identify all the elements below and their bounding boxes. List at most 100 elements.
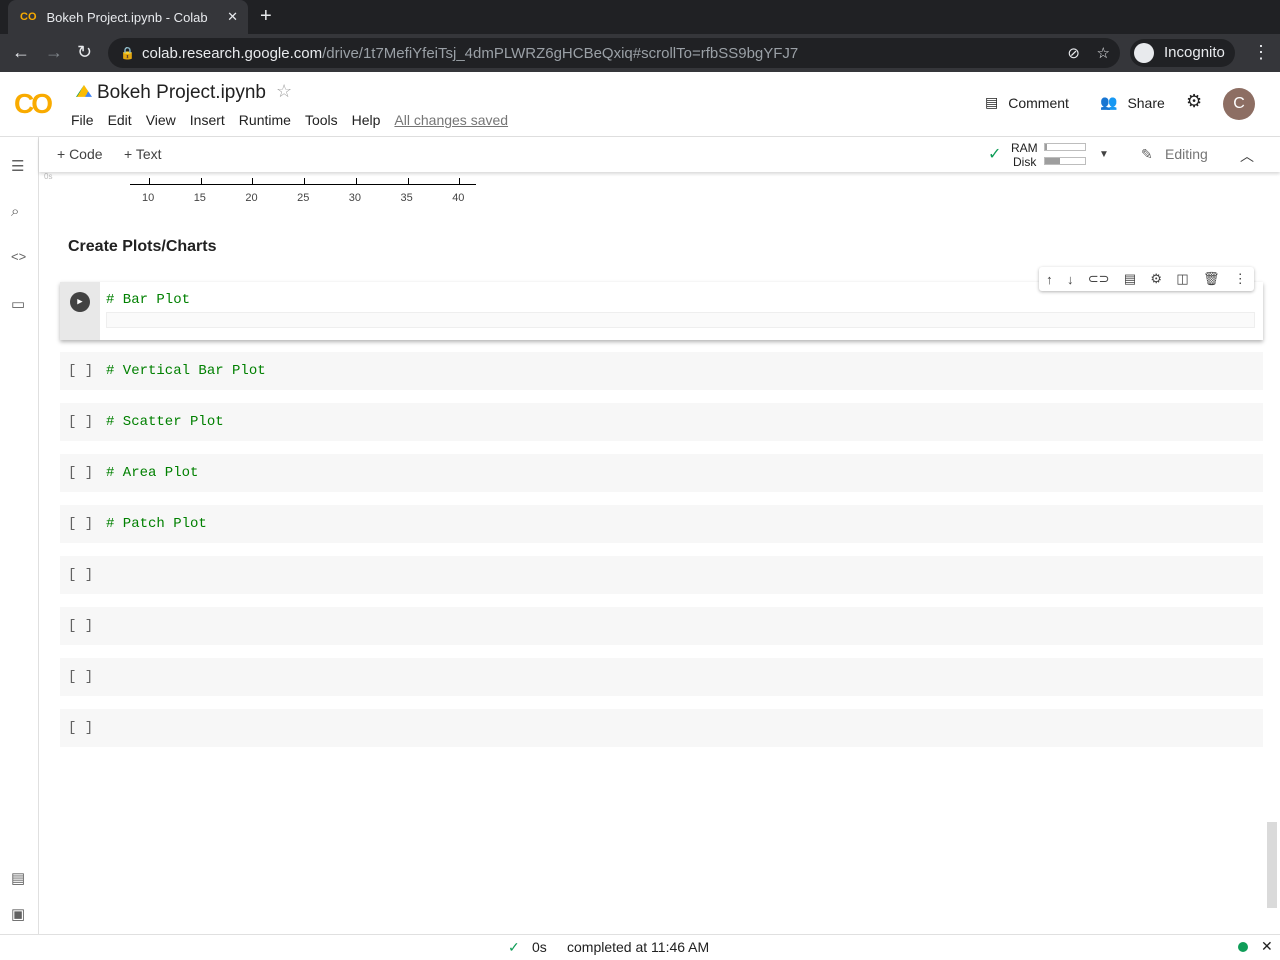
save-status-link[interactable]: All changes saved [394,112,508,128]
link-icon[interactable]: ⊂⊃ [1088,271,1110,287]
share-label: Share [1127,94,1165,111]
connected-check-icon: ✓ [988,146,1002,163]
close-status-icon[interactable]: ✕ [1261,938,1273,955]
url-host: colab.research.google.com [142,44,323,62]
cell-run-bracket[interactable]: [ ] [60,516,106,532]
cell-run-bracket[interactable]: [ ] [60,363,106,379]
star-icon[interactable]: ☆ [276,81,292,102]
cell-run-bracket[interactable]: [ ] [60,618,106,634]
section-heading: Create Plots/Charts [68,238,217,255]
cell-editor[interactable] [106,312,1255,328]
cell-run-bracket[interactable]: [ ] [60,567,106,583]
cell-code[interactable]: # Patch Plot [106,516,207,532]
forward-icon[interactable]: → [45,42,63,63]
status-check-icon: ✓ [508,939,520,955]
output-gutter-time: 0s [44,172,53,181]
add-code-button[interactable]: + Code [57,146,103,162]
x-tick-label: 35 [400,192,413,204]
delete-icon[interactable]: 🗑 [1203,271,1220,287]
terminal-icon[interactable]: ▣ [11,905,25,923]
code-cell[interactable]: [ ] # Area Plot [60,454,1263,492]
tab-title: Bokeh Project.ipynb - Colab [46,9,208,25]
left-sidebar: ☰ ⌕ <> ▭ ▤ ▣ [0,137,39,934]
url-path: /drive/1t7MefiYfeiTsj_4dmPLWRZ6gHCBeQxiq… [322,44,799,62]
comment-icon[interactable]: ▤ [1124,271,1136,287]
menu-runtime[interactable]: Runtime [239,112,291,128]
menu-file[interactable]: File [71,112,94,128]
code-cell[interactable]: [ ] # Scatter Plot [60,403,1263,441]
cell-run-bracket[interactable]: [ ] [60,465,106,481]
cell-code[interactable]: # Scatter Plot [106,414,224,430]
notebook-title[interactable]: Bokeh Project.ipynb [97,82,266,104]
lock-icon: 🔒 [120,46,135,60]
menu-tools[interactable]: Tools [305,112,338,128]
colab-favicon-icon: CO [20,11,37,23]
people-icon: 👥 [1100,94,1118,110]
code-cell[interactable]: [ ] [60,556,1263,594]
menu-bar: File Edit View Insert Runtime Tools Help… [71,112,508,128]
settings-gear-icon[interactable]: ⚙ [1186,91,1202,112]
ram-meter[interactable] [1044,143,1086,151]
cell-run-bracket[interactable]: [ ] [60,669,106,685]
pencil-icon: ✎ [1141,146,1153,162]
x-tick-mark [407,178,409,185]
cell-code[interactable]: # Vertical Bar Plot [106,363,266,379]
runtime-dropdown-icon[interactable]: ▼ [1099,149,1109,160]
cell-run-bracket[interactable]: [ ] [60,414,106,430]
folder-icon[interactable]: ▭ [11,295,25,313]
x-tick-label: 10 [142,192,155,204]
menu-edit[interactable]: Edit [108,112,132,128]
menu-insert[interactable]: Insert [190,112,225,128]
scrollbar[interactable] [1267,822,1277,908]
x-tick-mark [149,178,150,185]
disk-label: Disk [1013,155,1037,169]
command-palette-icon[interactable]: ▤ [11,869,25,887]
code-cell[interactable]: [ ] [60,658,1263,696]
comment-button[interactable]: ▤ Comment [985,94,1069,111]
browser-menu-icon[interactable]: ⋮ [1252,42,1270,63]
status-bar: ✓ 0s completed at 11:46 AM ✕ [0,934,1280,960]
run-cell-button[interactable]: ▶ [70,292,90,312]
back-icon[interactable]: ← [12,42,30,63]
cell-run-bracket[interactable]: [ ] [60,720,106,736]
search-icon[interactable]: ⌕ [11,203,19,220]
eye-off-icon[interactable]: ⊘ [1067,44,1080,62]
browser-nav-bar: ← → ↻ 🔒 colab.research.google.com/drive/… [0,34,1280,72]
add-text-button[interactable]: + Text [124,146,162,162]
x-tick-label: 30 [348,192,362,204]
mirror-cell-icon[interactable]: ◫ [1176,271,1188,287]
collapse-header-icon[interactable]: ︿ [1240,146,1254,166]
settings-icon[interactable]: ⚙ [1150,271,1162,287]
x-tick-label: 20 [245,192,258,204]
move-down-icon[interactable]: ↓ [1067,272,1074,287]
code-cell[interactable]: [ ] [60,709,1263,747]
address-bar[interactable]: 🔒 colab.research.google.com/drive/1t7Mef… [108,38,1120,68]
share-button[interactable]: 👥 Share [1100,94,1165,111]
disk-meter[interactable] [1044,157,1086,165]
code-snippets-icon[interactable]: <> [11,249,26,264]
code-cell[interactable]: [ ] [60,607,1263,645]
code-cell[interactable]: [ ] # Patch Plot [60,505,1263,543]
incognito-icon [1134,43,1154,63]
comment-icon: ▤ [985,94,999,110]
browser-tab[interactable]: CO Bokeh Project.ipynb - Colab ✕ [8,0,248,34]
x-tick-mark [200,178,202,185]
menu-help[interactable]: Help [352,112,381,128]
cell-code[interactable]: # Area Plot [106,465,198,481]
new-tab-button[interactable]: + [260,5,272,28]
incognito-badge[interactable]: Incognito [1130,39,1235,67]
bookmark-star-icon[interactable]: ☆ [1097,44,1110,62]
menu-view[interactable]: View [146,112,176,128]
code-cell[interactable]: [ ] # Vertical Bar Plot [60,352,1263,390]
reload-icon[interactable]: ↻ [77,42,92,63]
cell-code[interactable]: # Bar Plot [106,292,190,308]
more-icon[interactable]: ⋮ [1234,271,1247,287]
editing-mode-button[interactable]: Editing [1165,146,1208,162]
profile-label: Incognito [1164,44,1225,61]
move-up-icon[interactable]: ↑ [1046,272,1053,287]
ram-label: RAM [1011,141,1038,155]
close-tab-icon[interactable]: ✕ [227,9,238,25]
avatar[interactable]: C [1223,88,1255,120]
table-of-contents-icon[interactable]: ☰ [11,157,24,175]
colab-logo[interactable]: CO [14,88,53,120]
